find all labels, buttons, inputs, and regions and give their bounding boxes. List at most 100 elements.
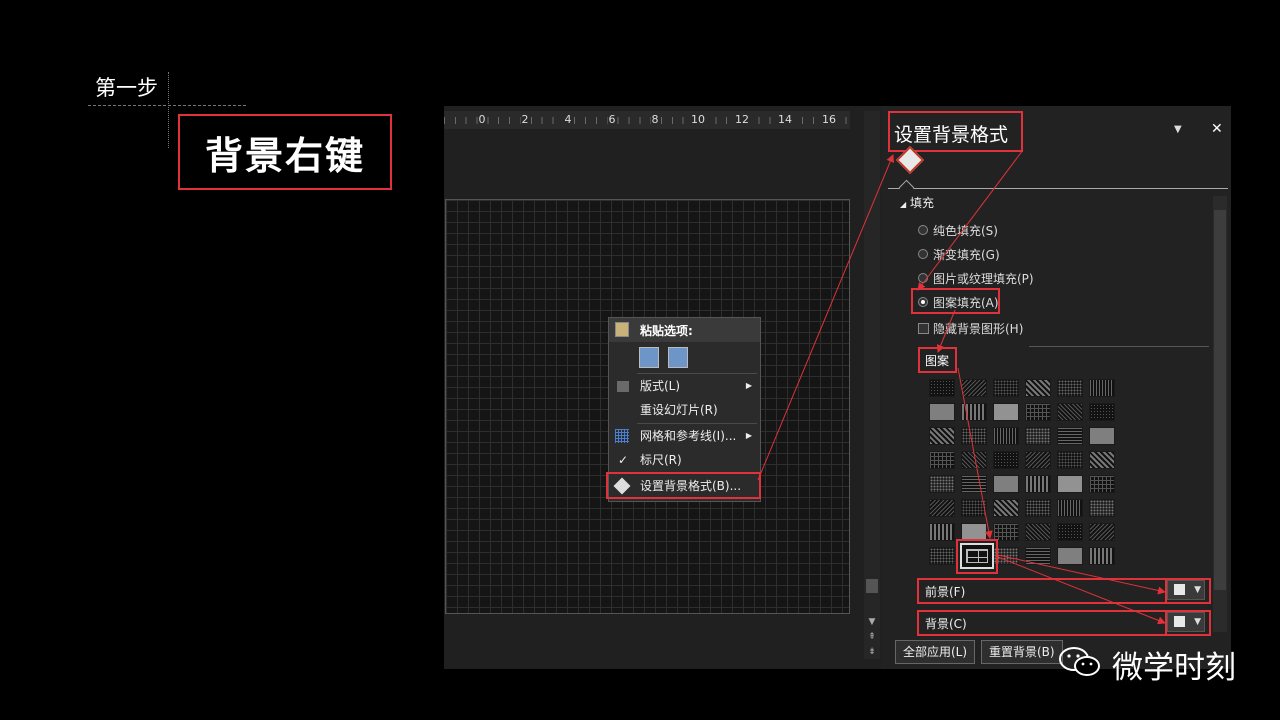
step-label: 第一步 [95,76,158,100]
close-icon[interactable]: ✕ [1211,121,1223,137]
radio-picture-fill[interactable] [918,273,928,283]
reset-background-button[interactable]: 重置背景(B) [981,640,1063,664]
scroll-down-arrow-icon[interactable]: ▼ [864,616,880,628]
hide-bg-graphics-checkbox[interactable] [918,323,929,334]
menu-item-label: 网格和参考线(I)... [640,429,737,443]
pattern-swatch[interactable] [961,403,987,421]
pattern-swatch[interactable] [961,499,987,517]
pattern-swatch[interactable] [961,379,987,397]
pattern-swatch[interactable] [1089,427,1115,445]
pattern-swatch[interactable] [1057,451,1083,469]
menu-item-reset-slide[interactable]: 重设幻灯片(R) [609,398,760,422]
pattern-swatch[interactable] [993,403,1019,421]
pattern-swatch[interactable] [1057,547,1083,565]
radio-gradient-fill[interactable] [918,249,928,259]
ruler-number: 6 [607,113,617,126]
ruler-number: 0 [477,113,487,126]
pattern-swatch[interactable] [1089,475,1115,493]
pattern-swatch[interactable] [1057,523,1083,541]
collapse-triangle-icon: ◢ [900,200,907,209]
pattern-swatch[interactable] [1057,379,1083,397]
ruler-number: 12 [734,113,750,126]
checkmark-icon: ✓ [617,453,629,467]
watermark-text: 微学时刻 [1112,650,1236,686]
radio-solid-fill[interactable] [918,225,928,235]
pattern-swatch[interactable] [993,499,1019,517]
menu-item-label: 标尺(R) [640,453,682,467]
pattern-swatch[interactable] [1089,403,1115,421]
pattern-swatch[interactable] [1089,499,1115,517]
pattern-swatch[interactable] [1057,499,1083,517]
pattern-swatch[interactable] [929,403,955,421]
clipboard-icon [615,322,629,337]
ruler-number: 4 [563,113,573,126]
pattern-swatch[interactable] [1057,403,1083,421]
pattern-swatch[interactable] [993,379,1019,397]
pattern-swatch[interactable] [1025,427,1051,445]
tab-divider [888,188,1228,189]
fill-section-label: 填充 [909,196,934,210]
pattern-swatch[interactable] [1089,547,1115,565]
pattern-swatch[interactable] [1025,403,1051,421]
paste-as-picture-icon[interactable] [668,347,688,368]
format-background-pane: 设置背景格式 ▼ ✕ ◢ 填充 纯色填充(S) 渐变填充(G) 图片或纹理填充(… [881,106,1231,669]
pattern-swatch[interactable] [1025,451,1051,469]
pattern-swatch[interactable] [961,427,987,445]
tab-indicator [898,179,915,196]
menu-item-ruler[interactable]: ✓ 标尺(R) [609,448,760,472]
pattern-swatch[interactable] [1089,523,1115,541]
pane-options-dropdown-icon[interactable]: ▼ [1174,124,1182,135]
pattern-swatch[interactable] [1025,499,1051,517]
pane-scrollbar-thumb[interactable] [1214,210,1226,590]
pattern-swatch[interactable] [929,499,955,517]
highlight-box [911,288,1000,314]
vertical-scrollbar[interactable] [864,111,880,659]
powerpoint-screenshot: 0 2 4 6 8 10 12 14 16 ▼ ⇞ ⇟ 粘贴选项: 版式(L) … [444,106,1231,669]
pattern-swatch[interactable] [1057,427,1083,445]
pattern-swatch[interactable] [929,379,955,397]
submenu-arrow-icon: ▶ [745,381,752,390]
next-slide-icon[interactable]: ⇟ [864,646,880,658]
pattern-swatch[interactable] [993,451,1019,469]
previous-slide-icon[interactable]: ⇞ [864,631,880,643]
option-solid-fill[interactable]: 纯色填充(S) [933,222,998,239]
pattern-swatch[interactable] [929,475,955,493]
menu-item-grid-guides[interactable]: 网格和参考线(I)... ▶ [609,424,760,448]
hide-bg-graphics-label[interactable]: 隐藏背景图形(H) [933,320,1023,337]
option-picture-fill[interactable]: 图片或纹理填充(P) [933,270,1034,287]
pattern-swatch[interactable] [1025,379,1051,397]
pattern-swatch[interactable] [961,475,987,493]
scrollbar-thumb[interactable] [866,579,878,593]
step-divider-vertical [168,72,169,148]
highlight-box [1165,610,1211,636]
fill-section-header[interactable]: ◢ 填充 [900,194,934,211]
apply-to-all-button[interactable]: 全部应用(L) [895,640,976,664]
pattern-swatch[interactable] [1057,475,1083,493]
paste-keep-theme-icon[interactable] [639,347,659,368]
ruler-number: 8 [650,113,660,126]
grid-icon [615,429,629,443]
pattern-swatch[interactable] [961,451,987,469]
pattern-swatch[interactable] [1025,547,1051,565]
pattern-swatch[interactable] [929,547,955,565]
highlight-box [956,539,998,574]
pattern-swatch[interactable] [1089,379,1115,397]
highlight-box [1165,578,1211,604]
pattern-swatch[interactable] [1025,475,1051,493]
ruler-number: 14 [777,113,793,126]
pattern-swatch[interactable] [1025,523,1051,541]
pattern-swatch[interactable] [993,427,1019,445]
option-gradient-fill[interactable]: 渐变填充(G) [933,246,1000,263]
step-divider-horizontal [88,105,246,106]
pattern-swatch[interactable] [929,523,955,541]
pattern-swatch[interactable] [929,427,955,445]
horizontal-ruler: 0 2 4 6 8 10 12 14 16 [444,111,850,129]
pattern-swatch[interactable] [929,451,955,469]
paste-options-header: 粘贴选项: [609,318,760,342]
context-menu: 粘贴选项: 版式(L) ▶ 重设幻灯片(R) 网格和参考线(I)... ▶ ✓ … [606,317,761,502]
section-divider [1029,346,1209,347]
menu-item-layout[interactable]: 版式(L) ▶ [609,374,760,398]
pattern-swatch[interactable] [993,475,1019,493]
pattern-swatch[interactable] [1089,451,1115,469]
layout-icon [617,381,629,392]
